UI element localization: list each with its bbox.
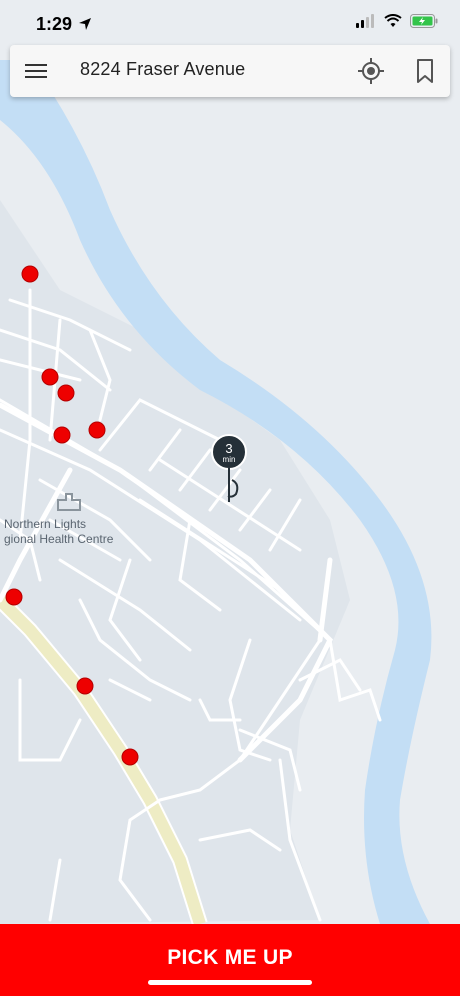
eta-badge: 3 min [211,434,247,470]
signal-icon [356,14,374,28]
locate-icon[interactable] [357,57,385,85]
stop-marker [41,368,59,386]
hamburger-menu-icon[interactable] [24,59,48,83]
stop-marker [76,677,94,695]
stop-marker [88,421,106,439]
bookmark-icon[interactable] [414,58,436,84]
eta-pin[interactable]: 3 min [210,434,250,508]
location-arrow-icon [79,18,91,30]
eta-minutes: 3 [225,441,233,456]
address-bar[interactable]: 8224 Fraser Avenue [10,45,450,97]
stop-marker [121,748,139,766]
wifi-icon [384,14,402,27]
status-time: 1:29 [36,14,73,34]
stop-marker [57,384,75,402]
stop-marker [5,588,23,606]
stop-marker [53,426,71,444]
place-label-line2: gional Health Centre [4,532,114,546]
battery-charging-icon [410,14,438,28]
home-indicator [148,980,312,985]
eta-unit: min [222,455,236,464]
status-bar: 1:29 [0,0,460,48]
place-label-line1: Northern Lights [4,517,87,531]
place-label: Northern Lights gional Health Centre [4,517,113,547]
pin-stem-icon [227,468,239,502]
pick-me-up-label: PICK ME UP [167,946,293,969]
address-text[interactable]: 8224 Fraser Avenue [80,59,245,80]
pick-me-up-button[interactable]: PICK ME UP [0,924,460,996]
stop-marker [21,265,39,283]
